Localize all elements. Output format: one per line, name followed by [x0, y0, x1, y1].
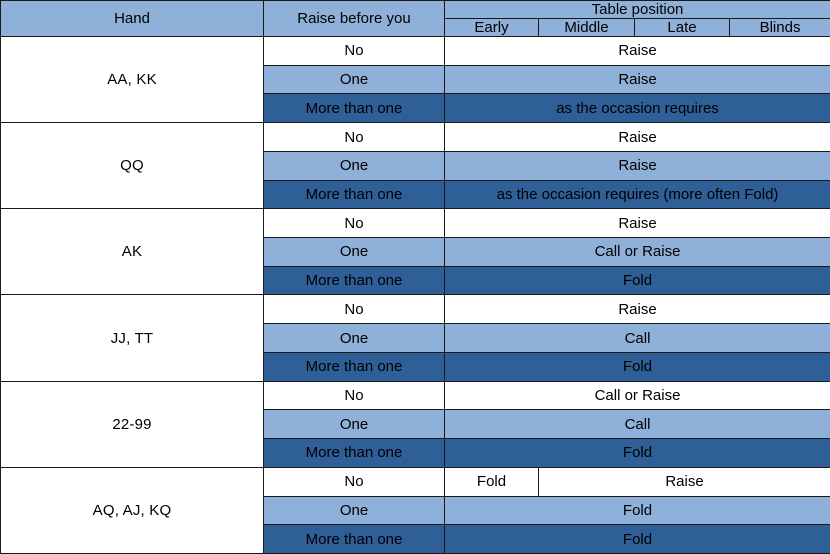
table-row: JJ, TT No Raise [0, 294, 830, 382]
raise-before-you-cell: One [263, 64, 445, 95]
action-cell: Call [443, 409, 830, 440]
action-cell: Call or Raise [443, 237, 830, 267]
table-header: Hand Raise before you Table position Ear… [0, 0, 830, 37]
hand-label-cell: AA, KK [0, 35, 264, 124]
column-header-position-blinds: Blinds [728, 18, 830, 37]
action-cell: Fold [443, 495, 830, 526]
raise-before-you-cell: No [263, 466, 445, 497]
raise-before-you-cell: No [263, 294, 445, 325]
action-cell: Raise [537, 466, 830, 497]
raise-before-you-cell: One [263, 237, 445, 267]
column-header-position-late: Late [634, 18, 730, 37]
raise-before-you-cell: One [263, 495, 445, 526]
action-cell: Raise [443, 64, 830, 95]
raise-before-you-cell: No [263, 122, 445, 152]
raise-before-you-cell: More than one [263, 524, 445, 554]
hand-label-cell: JJ, TT [0, 294, 264, 382]
header-row-top: Hand Raise before you Table position [0, 0, 830, 37]
action-cell: as the occasion requires (more often Fol… [443, 179, 830, 210]
action-cell: Call [443, 323, 830, 353]
hand-label-cell: AK [0, 208, 264, 296]
action-cell: Fold [443, 265, 830, 296]
table-row: AA, KK No Raise [0, 35, 830, 124]
hand-label-cell: AQ, AJ, KQ [0, 466, 264, 554]
action-cell: Raise [443, 294, 830, 325]
raise-before-you-cell: More than one [263, 179, 445, 210]
action-cell: Fold [443, 524, 830, 554]
raise-before-you-cell: One [263, 150, 445, 181]
raise-before-you-cell: One [263, 409, 445, 440]
raise-before-you-cell: More than one [263, 438, 445, 468]
poker-starting-hand-strategy-table: Hand Raise before you Table position Ear… [0, 0, 830, 554]
action-cell: Fold [443, 438, 830, 468]
raise-before-you-cell: No [263, 36, 445, 66]
table-row: QQ No Raise [0, 122, 830, 210]
table-row: AQ, AJ, KQ No Fold Raise [0, 466, 830, 554]
action-cell: Raise [443, 208, 830, 239]
raise-before-you-cell: One [263, 323, 445, 353]
raise-before-you-cell: No [263, 208, 445, 239]
action-cell: Fold [444, 466, 539, 497]
column-header-position-early: Early [444, 18, 539, 37]
table-row: AK No Raise [0, 208, 830, 296]
raise-before-you-cell: More than one [263, 265, 445, 296]
action-cell: as the occasion requires [443, 93, 830, 124]
raise-before-you-cell: No [263, 380, 445, 411]
action-cell: Raise [443, 36, 830, 66]
raise-before-you-cell: More than one [263, 93, 445, 124]
raise-before-you-cell: More than one [263, 351, 445, 382]
column-header-raise-before-you: Raise before you [263, 0, 445, 37]
hand-label-cell: QQ [0, 122, 264, 210]
column-header-hand: Hand [0, 0, 264, 37]
hand-label-cell: 22-99 [0, 380, 264, 468]
action-cell: Raise [443, 122, 830, 152]
table-row: 22-99 No Call or Raise [0, 380, 830, 468]
action-cell: Call or Raise [443, 380, 830, 411]
column-header-position-middle: Middle [538, 18, 635, 37]
table-body: AA, KK No Raise One Raise More than one as the… [0, 35, 830, 554]
column-header-table-position: Table position [443, 0, 830, 19]
action-cell: Raise [443, 150, 830, 181]
action-cell: Fold [443, 351, 830, 382]
